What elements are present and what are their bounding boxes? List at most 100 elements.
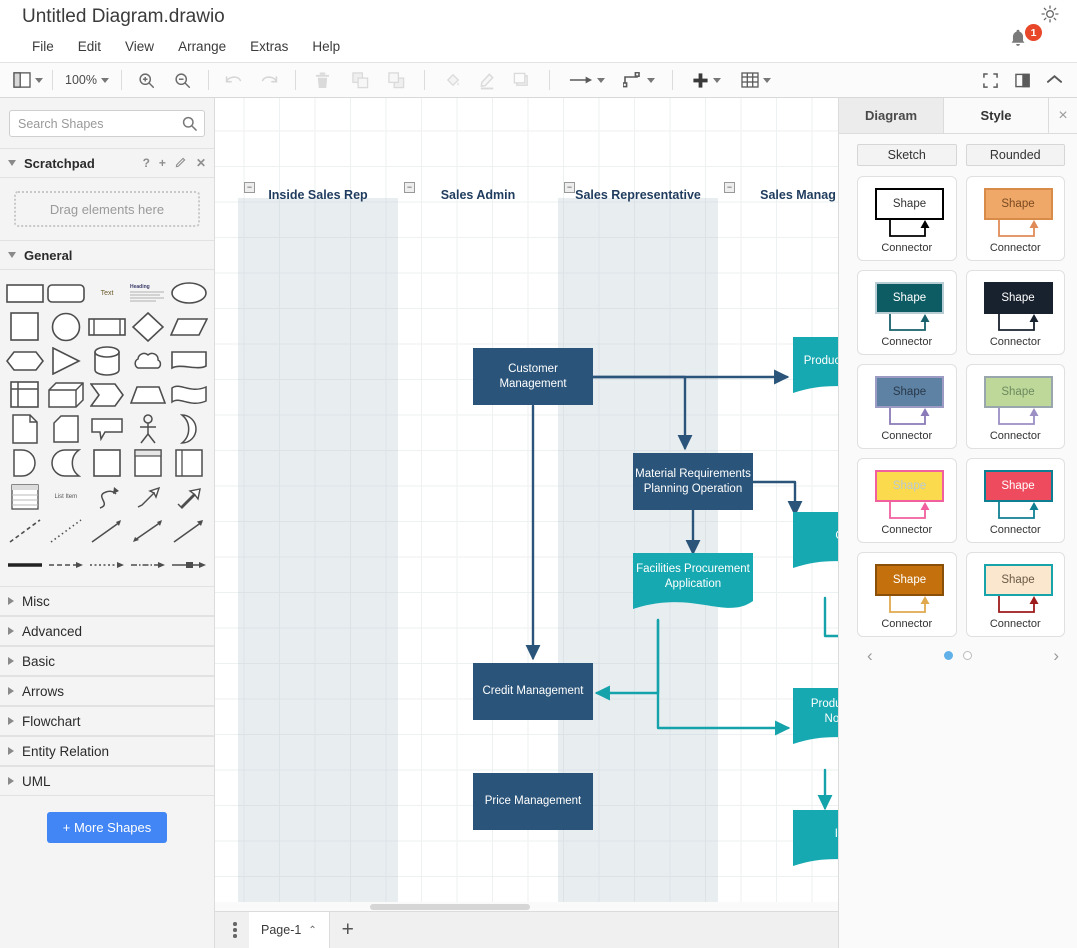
shape-double-arrow[interactable] — [128, 480, 169, 514]
search-box[interactable] — [9, 110, 205, 137]
shape-container[interactable] — [86, 446, 127, 480]
shape-dashdot-arrow[interactable] — [128, 548, 169, 582]
style-swatch-1[interactable]: Shape Connector — [857, 176, 957, 261]
sidebar-section-arrows[interactable]: Arrows — [0, 676, 214, 706]
redo-button[interactable] — [257, 66, 283, 94]
zoom-in-button[interactable] — [134, 66, 160, 94]
table-button[interactable] — [738, 66, 774, 94]
shape-cylinder[interactable] — [86, 344, 127, 378]
style-swatch-5[interactable]: Shape Connector — [857, 364, 957, 449]
sidebar-section-uml[interactable]: UML — [0, 766, 214, 796]
rounded-toggle[interactable]: Rounded — [966, 144, 1066, 166]
shape-diamond[interactable] — [128, 310, 169, 344]
shape-document[interactable] — [169, 344, 210, 378]
shape-bidirectional-line[interactable] — [128, 514, 169, 548]
undo-button[interactable] — [221, 66, 247, 94]
shape-cube[interactable] — [45, 378, 86, 412]
shape-rounded-rectangle[interactable] — [45, 276, 86, 310]
sketch-toggle[interactable]: Sketch — [857, 144, 957, 166]
plus-icon[interactable]: + — [159, 156, 166, 170]
node-material-requirements[interactable]: Material Requirements Planning Operation — [633, 453, 753, 510]
shape-textbox[interactable]: Heading — [128, 276, 169, 310]
node-credit-management[interactable]: Credit Management — [473, 663, 593, 720]
shape-or[interactable] — [169, 412, 210, 446]
node-price-management[interactable]: Price Management — [473, 773, 593, 830]
pager-next-icon[interactable]: › — [1053, 646, 1059, 666]
shape-actor[interactable] — [128, 412, 169, 446]
delete-button[interactable] — [310, 66, 336, 94]
notifications-button[interactable]: 1 — [1007, 26, 1041, 56]
style-swatch-7[interactable]: Shape Connector — [857, 458, 957, 543]
tab-style[interactable]: Style — [944, 98, 1049, 133]
sidebar-section-flowchart[interactable]: Flowchart — [0, 706, 214, 736]
shape-card[interactable] — [45, 412, 86, 446]
insert-button[interactable] — [689, 66, 724, 94]
shape-triangle[interactable] — [45, 344, 86, 378]
shape-dashed-arrow[interactable] — [45, 548, 86, 582]
shape-list[interactable] — [4, 480, 45, 514]
canvas-horizontal-scrollbar[interactable] — [215, 902, 838, 911]
shape-arrow-with-label[interactable] — [169, 548, 210, 582]
section-general[interactable]: General — [0, 240, 214, 270]
node-customer-management[interactable]: Customer Management — [473, 348, 593, 405]
shape-delay[interactable] — [4, 446, 45, 480]
shape-thick-line[interactable] — [4, 548, 45, 582]
style-swatch-10[interactable]: Shape Connector — [966, 552, 1066, 637]
menu-edit[interactable]: Edit — [66, 36, 113, 57]
node-product-delivery-notification[interactable]: Product Delivery Notification — [793, 688, 838, 756]
shape-dashed-line[interactable] — [4, 514, 45, 548]
to-back-button[interactable] — [384, 66, 410, 94]
sidebar-section-advanced[interactable]: Advanced — [0, 616, 214, 646]
connection-arrow-button[interactable] — [566, 66, 608, 94]
collapse-icon[interactable] — [1041, 66, 1067, 94]
node-invoice[interactable]: Invoice — [793, 810, 838, 878]
shape-cloud[interactable] — [128, 344, 169, 378]
waypoints-button[interactable] — [620, 66, 658, 94]
menu-help[interactable]: Help — [300, 36, 352, 57]
view-layout-button[interactable] — [10, 66, 46, 94]
shadow-button[interactable] — [509, 66, 535, 94]
shape-directional-line[interactable] — [86, 514, 127, 548]
zoom-out-button[interactable] — [170, 66, 196, 94]
shape-callout[interactable] — [86, 412, 127, 446]
sidebar-section-basic[interactable]: Basic — [0, 646, 214, 676]
close-panel-icon[interactable]: × — [1049, 98, 1077, 133]
tab-diagram[interactable]: Diagram — [839, 98, 944, 133]
shape-dotted-line[interactable] — [45, 514, 86, 548]
menu-view[interactable]: View — [113, 36, 166, 57]
page-menu-icon[interactable] — [221, 922, 249, 938]
shape-square[interactable] — [4, 310, 45, 344]
style-swatch-9[interactable]: Shape Connector — [857, 552, 957, 637]
fill-color-button[interactable] — [441, 66, 467, 94]
pager-prev-icon[interactable]: ‹ — [867, 646, 873, 666]
shape-horizontal-pool[interactable] — [169, 446, 210, 480]
to-front-button[interactable] — [348, 66, 374, 94]
shape-block-arrow[interactable] — [169, 480, 210, 514]
fullscreen-icon[interactable] — [977, 66, 1003, 94]
shape-process[interactable] — [86, 310, 127, 344]
shape-hexagon[interactable] — [4, 344, 45, 378]
chevron-up-icon[interactable]: ⌃ — [308, 925, 316, 936]
shape-internal-storage[interactable] — [4, 378, 45, 412]
zoom-dropdown[interactable]: 100% — [59, 66, 115, 94]
style-swatch-4[interactable]: Shape Connector — [966, 270, 1066, 355]
pager-dot-2[interactable] — [963, 651, 972, 660]
diagram-canvas[interactable]: − Inside Sales Rep − Sales Admin − Sales… — [215, 98, 838, 911]
style-swatch-3[interactable]: Shape Connector — [857, 270, 957, 355]
shape-dotted-arrow[interactable] — [86, 548, 127, 582]
search-input[interactable] — [10, 111, 204, 136]
shape-tape[interactable] — [169, 378, 210, 412]
node-facilities-procurement[interactable]: Facilities Procurement Application — [633, 553, 753, 621]
menu-arrange[interactable]: Arrange — [166, 36, 238, 57]
more-shapes-button[interactable]: + More Shapes — [47, 812, 168, 843]
shape-rectangle[interactable] — [4, 276, 45, 310]
sun-icon[interactable] — [1039, 4, 1061, 24]
shape-circle[interactable] — [45, 310, 86, 344]
close-icon[interactable]: ✕ — [196, 156, 206, 170]
scrollbar-thumb[interactable] — [370, 904, 530, 910]
section-scratchpad[interactable]: Scratchpad ? + ✕ — [0, 148, 214, 178]
shape-arrow-line[interactable] — [169, 514, 210, 548]
shape-parallelogram[interactable] — [169, 310, 210, 344]
style-swatch-2[interactable]: Shape Connector — [966, 176, 1066, 261]
help-icon[interactable]: ? — [143, 156, 150, 170]
